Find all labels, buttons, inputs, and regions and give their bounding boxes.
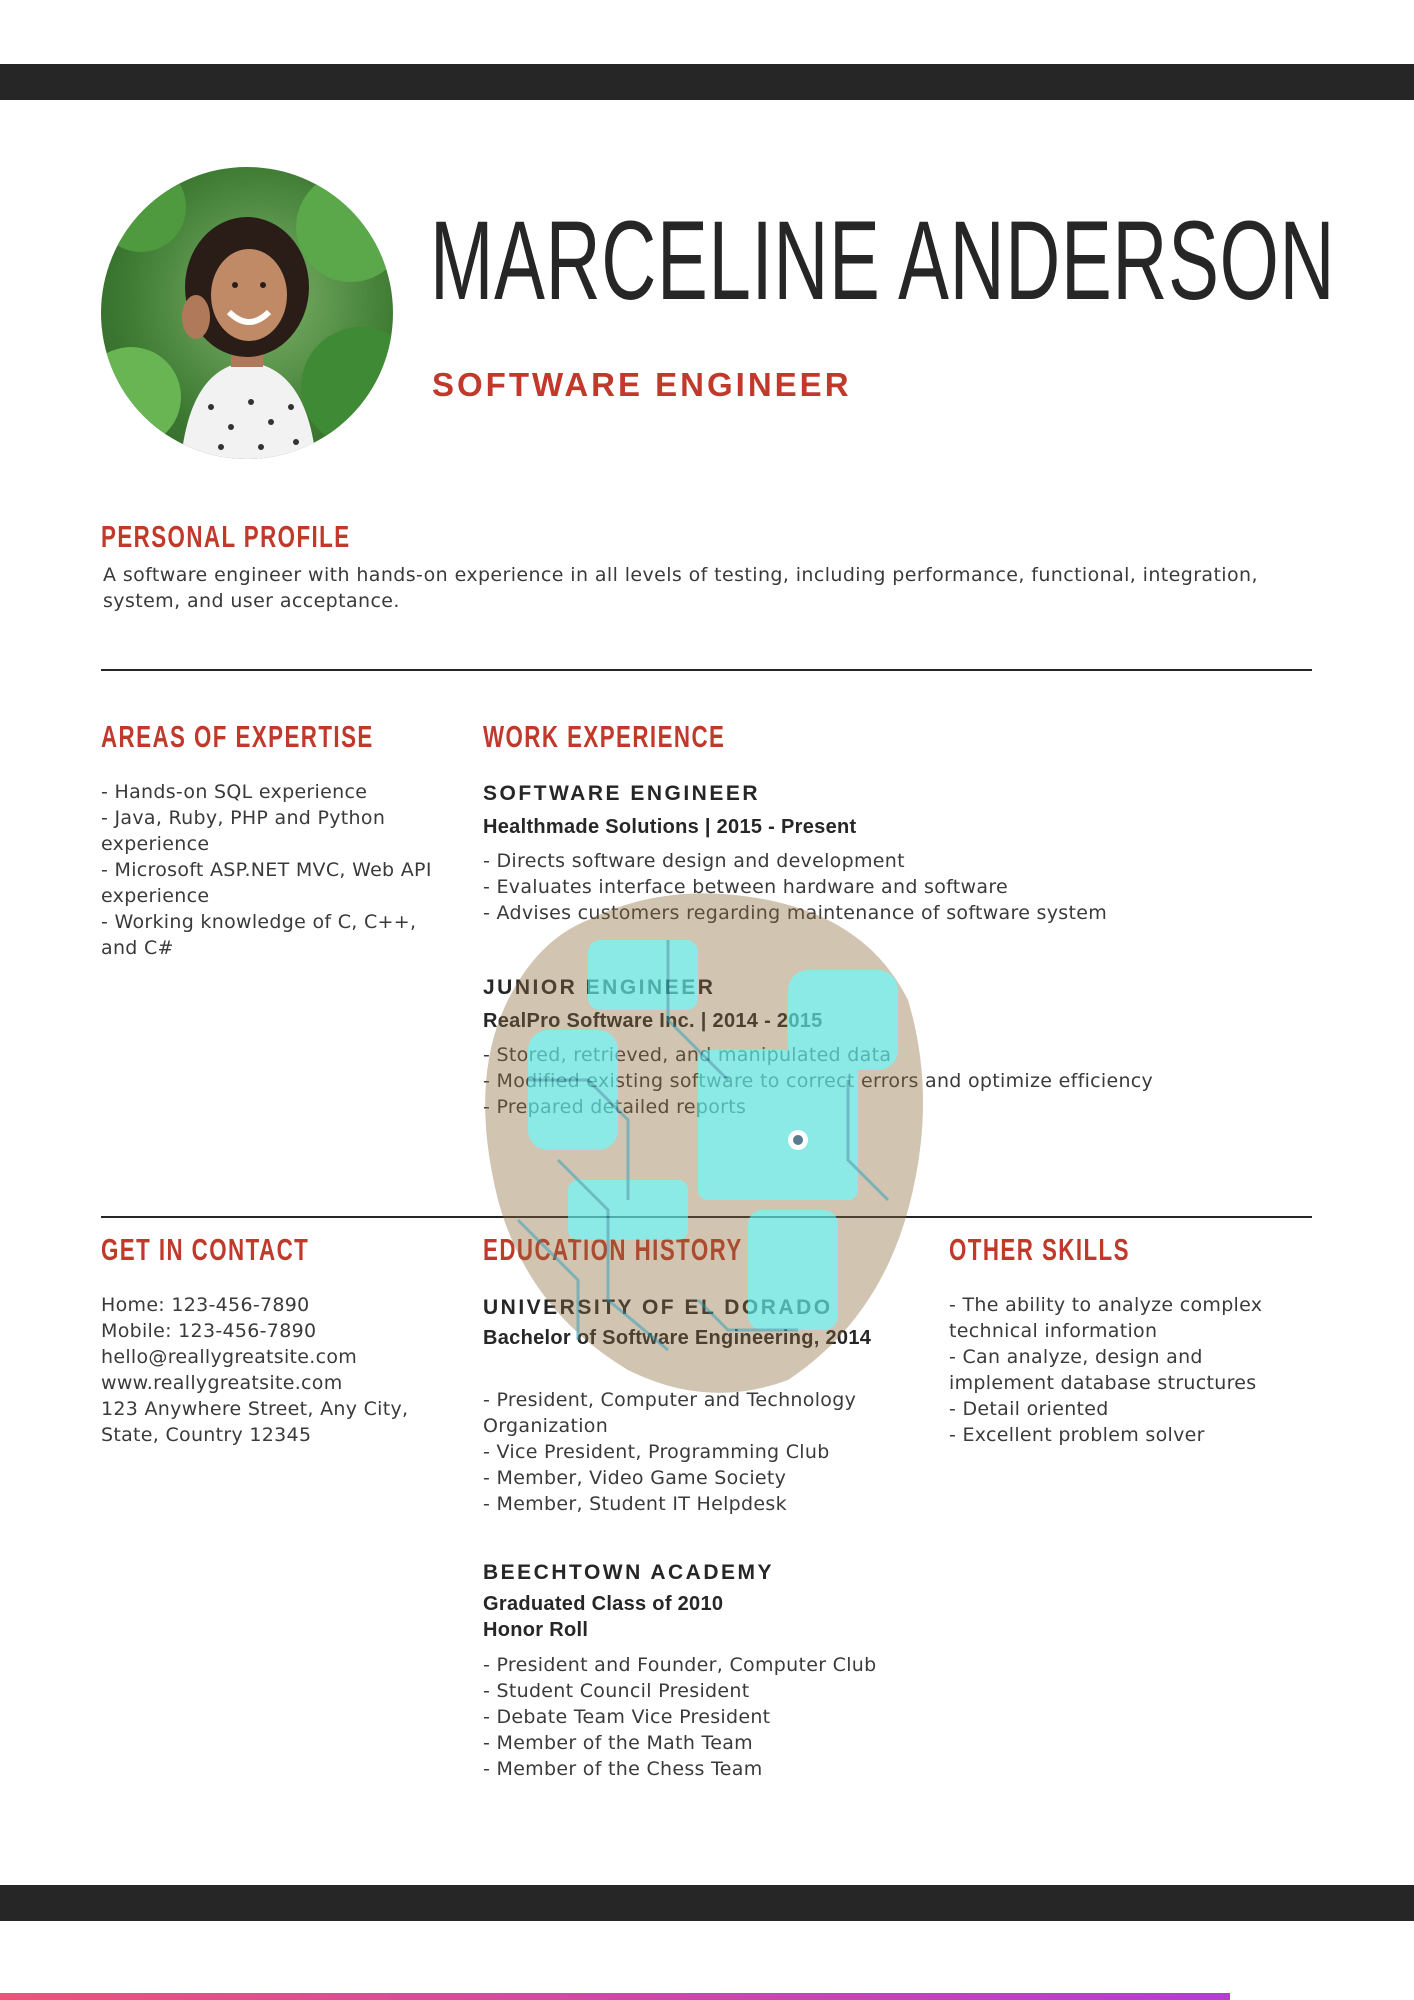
expertise-line: - Microsoft ASP.NET MVC, Web API bbox=[101, 859, 432, 881]
duty-item: - Modified existing software to correct … bbox=[483, 1070, 1154, 1092]
section-title-profile: PERSONAL PROFILE bbox=[101, 519, 351, 554]
school-activities: - President and Founder, Computer Club -… bbox=[483, 1652, 903, 1782]
contact-home: Home: 123-456-7890 bbox=[101, 1294, 310, 1316]
duty-item: - Advises customers regarding maintenanc… bbox=[483, 902, 1108, 924]
circuit-face-watermark bbox=[485, 893, 923, 1393]
expertise-line: - Java, Ruby, PHP and Python bbox=[101, 807, 386, 829]
activity-item: - Member, Video Game Society bbox=[483, 1467, 787, 1489]
job-title: JUNIOR ENGINEER bbox=[483, 976, 716, 999]
section-title-expertise: AREAS OF EXPERTISE bbox=[101, 719, 374, 754]
activity-item: - Member of the Math Team bbox=[483, 1732, 753, 1754]
section-title-education: EDUCATION HISTORY bbox=[483, 1232, 743, 1267]
duty-item: - Prepared detailed reports bbox=[483, 1096, 747, 1118]
divider-2 bbox=[101, 1216, 1312, 1218]
skill-item: - Excellent problem solver bbox=[949, 1424, 1205, 1446]
bottom-bar bbox=[0, 1885, 1414, 1921]
activity-item: - Member of the Chess Team bbox=[483, 1758, 763, 1780]
duty-item: - Directs software design and developmen… bbox=[483, 850, 905, 872]
top-bar bbox=[0, 64, 1414, 100]
job-duties: - Directs software design and developmen… bbox=[483, 848, 1303, 926]
section-title-contact: GET IN CONTACT bbox=[101, 1232, 310, 1267]
bottom-gradient-strip bbox=[0, 1993, 1230, 2000]
activity-item: - Vice President, Programming Club bbox=[483, 1441, 830, 1463]
job-role: SOFTWARE ENGINEER bbox=[432, 366, 852, 403]
divider-1 bbox=[101, 669, 1312, 671]
activity-item: - Student Council President bbox=[483, 1680, 750, 1702]
expertise-line: experience bbox=[101, 885, 210, 907]
contact-email[interactable]: hello@reallygreatsite.com bbox=[101, 1344, 441, 1370]
school-honor: Honor Roll bbox=[483, 1619, 589, 1641]
activity-item: - Member, Student IT Helpdesk bbox=[483, 1493, 787, 1515]
expertise-list: - Hands-on SQL experience - Java, Ruby, … bbox=[101, 779, 461, 961]
profile-photo bbox=[101, 167, 393, 459]
skills-list: - The ability to analyze complex technic… bbox=[949, 1292, 1309, 1448]
skill-item: implement database structures bbox=[949, 1372, 1257, 1394]
expertise-line: and C# bbox=[101, 937, 174, 959]
job-company: RealPro Software Inc. | 2014 - 2015 bbox=[483, 1010, 823, 1032]
job-title: SOFTWARE ENGINEER bbox=[483, 782, 761, 805]
school-name: BEECHTOWN ACADEMY bbox=[483, 1561, 775, 1584]
skill-item: technical information bbox=[949, 1320, 1158, 1342]
profile-text: A software engineer with hands-on experi… bbox=[103, 564, 1258, 612]
candidate-name: MARCELINE ANDERSON bbox=[430, 198, 1336, 323]
duty-item: - Stored, retrieved, and manipulated dat… bbox=[483, 1044, 892, 1066]
job-company: Healthmade Solutions | 2015 - Present bbox=[483, 816, 857, 838]
duty-item: - Evaluates interface between hardware a… bbox=[483, 876, 1009, 898]
school-degree: Bachelor of Software Engineering, 2014 bbox=[483, 1327, 872, 1349]
school-activities: - President, Computer and Technology Org… bbox=[483, 1387, 903, 1517]
school-name: UNIVERSITY OF EL DORADO bbox=[483, 1296, 833, 1319]
contact-list: Home: 123-456-7890 Mobile: 123-456-7890 … bbox=[101, 1292, 441, 1448]
activity-item: - President, Computer and Technology bbox=[483, 1389, 857, 1411]
skill-item: - The ability to analyze complex bbox=[949, 1294, 1263, 1316]
activity-item: - Debate Team Vice President bbox=[483, 1706, 771, 1728]
contact-address: 123 Anywhere Street, Any City, bbox=[101, 1398, 409, 1420]
expertise-line: - Working knowledge of C, C++, bbox=[101, 911, 417, 933]
school-degree: Graduated Class of 2010 bbox=[483, 1593, 724, 1615]
contact-website[interactable]: www.reallygreatsite.com bbox=[101, 1370, 441, 1396]
skill-item: - Can analyze, design and bbox=[949, 1346, 1203, 1368]
section-title-work: WORK EXPERIENCE bbox=[483, 719, 726, 754]
expertise-line: - Hands-on SQL experience bbox=[101, 781, 368, 803]
activity-item: - President and Founder, Computer Club bbox=[483, 1654, 877, 1676]
job-duties: - Stored, retrieved, and manipulated dat… bbox=[483, 1042, 1343, 1120]
skill-item: - Detail oriented bbox=[949, 1398, 1109, 1420]
expertise-line: experience bbox=[101, 833, 210, 855]
contact-address: State, Country 12345 bbox=[101, 1424, 312, 1446]
section-title-skills: OTHER SKILLS bbox=[949, 1232, 1130, 1267]
activity-item: Organization bbox=[483, 1415, 609, 1437]
contact-mobile: Mobile: 123-456-7890 bbox=[101, 1320, 317, 1342]
